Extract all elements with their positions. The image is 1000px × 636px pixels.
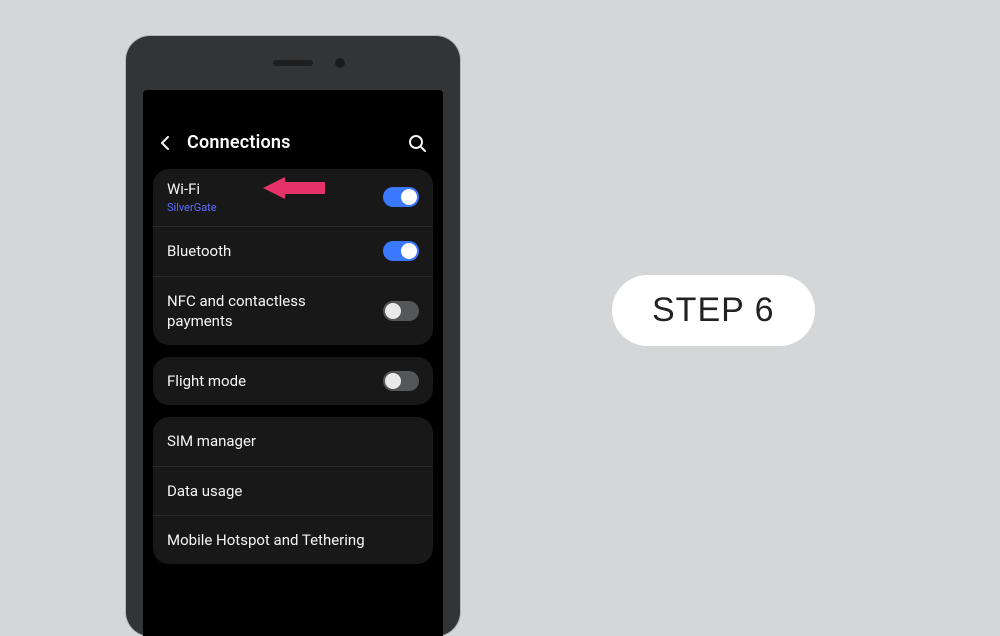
row-label: Wi-Fi: [167, 179, 373, 199]
screen: Connections Wi-Fi SilverGate Bluetooth NFC …: [143, 90, 443, 636]
step-badge: STEP 6: [612, 275, 815, 346]
bluetooth-row[interactable]: Bluetooth: [153, 226, 433, 275]
toggle-switch[interactable]: [383, 241, 419, 261]
settings-group: Flight mode: [153, 357, 433, 405]
data-usage-row[interactable]: Data usage: [153, 466, 433, 515]
row-labels: SIM manager: [167, 431, 419, 451]
wifi-row[interactable]: Wi-Fi SilverGate: [153, 169, 433, 226]
back-icon[interactable]: [159, 136, 173, 150]
row-label: Bluetooth: [167, 241, 373, 261]
toggle-switch[interactable]: [383, 371, 419, 391]
row-labels: Flight mode: [167, 371, 373, 391]
sim-manager-row[interactable]: SIM manager: [153, 417, 433, 465]
settings-group: Wi-Fi SilverGate Bluetooth NFC and contactl…: [153, 169, 433, 345]
row-label: NFC and contactless payments: [167, 291, 373, 332]
row-label: Data usage: [167, 481, 419, 501]
row-sublabel: SilverGate: [167, 201, 373, 214]
toggle-switch[interactable]: [383, 301, 419, 321]
row-labels: Mobile Hotspot and Tethering: [167, 530, 419, 550]
header-bar: Connections: [143, 90, 443, 169]
front-camera: [335, 58, 345, 68]
row-label: SIM manager: [167, 431, 419, 451]
flight-mode-row[interactable]: Flight mode: [153, 357, 433, 405]
settings-group: SIM manager Data usage Mobile Hotspot and …: [153, 417, 433, 564]
row-labels: Bluetooth: [167, 241, 373, 261]
toggle-knob: [385, 303, 401, 319]
row-label: Flight mode: [167, 371, 373, 391]
nfc-row[interactable]: NFC and contactless payments: [153, 276, 433, 346]
hotspot-row[interactable]: Mobile Hotspot and Tethering: [153, 515, 433, 564]
search-icon[interactable]: [407, 133, 427, 153]
row-labels: NFC and contactless payments: [167, 291, 373, 332]
toggle-switch[interactable]: [383, 187, 419, 207]
row-labels: Wi-Fi SilverGate: [167, 179, 373, 214]
toggle-knob: [401, 243, 417, 259]
toggle-knob: [401, 189, 417, 205]
tablet-device-frame: Connections Wi-Fi SilverGate Bluetooth NFC …: [126, 36, 460, 636]
toggle-knob: [385, 373, 401, 389]
speaker-slot: [273, 60, 313, 66]
row-labels: Data usage: [167, 481, 419, 501]
page-title: Connections: [187, 132, 291, 153]
row-label: Mobile Hotspot and Tethering: [167, 530, 419, 550]
